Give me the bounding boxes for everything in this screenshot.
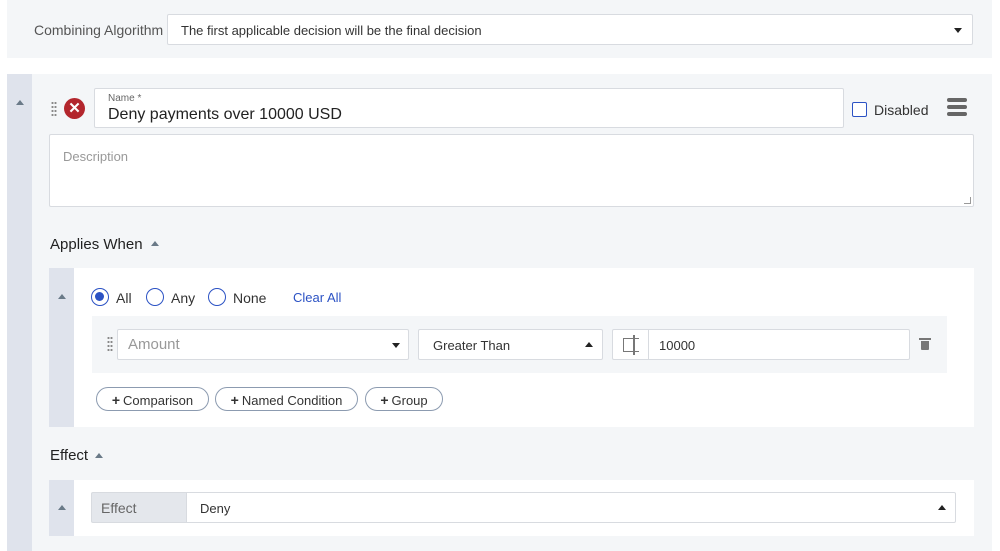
effect-heading[interactable]: Effect: [50, 447, 88, 464]
add-named-condition-button[interactable]: + Named Condition: [215, 387, 358, 411]
caret-up-icon[interactable]: [151, 241, 159, 246]
add-group-button[interactable]: + Group: [365, 387, 443, 411]
rule-name-field[interactable]: Name * Deny payments over 10000 USD: [94, 88, 844, 128]
remove-rule-icon[interactable]: ✕: [64, 98, 85, 119]
radio-any-label: Any: [171, 290, 196, 306]
add-comparison-button[interactable]: + Comparison: [96, 387, 209, 411]
combining-algorithm-value: The first applicable decision will be th…: [181, 23, 482, 38]
chevron-up-icon: [585, 342, 593, 347]
radio-none-label: None: [233, 290, 267, 306]
applies-when-heading[interactable]: Applies When: [50, 236, 143, 253]
trash-icon[interactable]: [919, 338, 931, 350]
drag-handle-icon[interactable]: [107, 336, 113, 352]
attribute-placeholder: Amount: [128, 336, 180, 353]
disabled-label: Disabled: [874, 102, 929, 118]
condition-value: 10000: [659, 338, 696, 353]
chevron-down-icon: [392, 343, 400, 348]
chevron-up-icon: [938, 505, 946, 510]
effect-value: Deny: [200, 501, 231, 516]
collapse-up-icon[interactable]: [58, 505, 66, 510]
text-input-icon[interactable]: [623, 335, 639, 355]
attribute-select[interactable]: Amount: [117, 329, 409, 360]
combining-algorithm-select[interactable]: The first applicable decision will be th…: [167, 14, 973, 45]
description-textarea[interactable]: Description: [49, 134, 974, 207]
rule-collapse-strip[interactable]: [7, 74, 32, 551]
effect-field-label: Effect: [91, 492, 186, 523]
resize-grip-icon[interactable]: [964, 197, 971, 204]
applies-when-collapse-strip[interactable]: [49, 268, 74, 427]
collapse-up-icon[interactable]: [58, 294, 66, 299]
radio-all-label: All: [116, 290, 132, 306]
operator-value: Greater Than: [433, 338, 511, 353]
drag-handle-icon[interactable]: [51, 101, 57, 117]
name-field-label: Name *: [108, 93, 142, 104]
combining-algorithm-label: Combining Algorithm: [34, 22, 164, 38]
disabled-checkbox[interactable]: [852, 102, 867, 117]
radio-any[interactable]: [146, 288, 164, 306]
collapse-up-icon[interactable]: [16, 100, 24, 105]
radio-none[interactable]: [208, 288, 226, 306]
combining-algorithm-panel: Combining Algorithm The first applicable…: [7, 0, 992, 58]
caret-up-icon[interactable]: [95, 453, 103, 458]
radio-all[interactable]: [91, 288, 109, 306]
description-placeholder: Description: [63, 149, 129, 164]
clear-all-link[interactable]: Clear All: [293, 290, 341, 305]
chevron-down-icon: [954, 28, 962, 33]
operator-select[interactable]: Greater Than: [418, 329, 603, 360]
value-input[interactable]: 10000: [612, 329, 910, 360]
menu-icon[interactable]: [947, 98, 967, 118]
rule-name-value: Deny payments over 10000 USD: [108, 106, 342, 123]
effect-select[interactable]: Deny: [186, 492, 956, 523]
